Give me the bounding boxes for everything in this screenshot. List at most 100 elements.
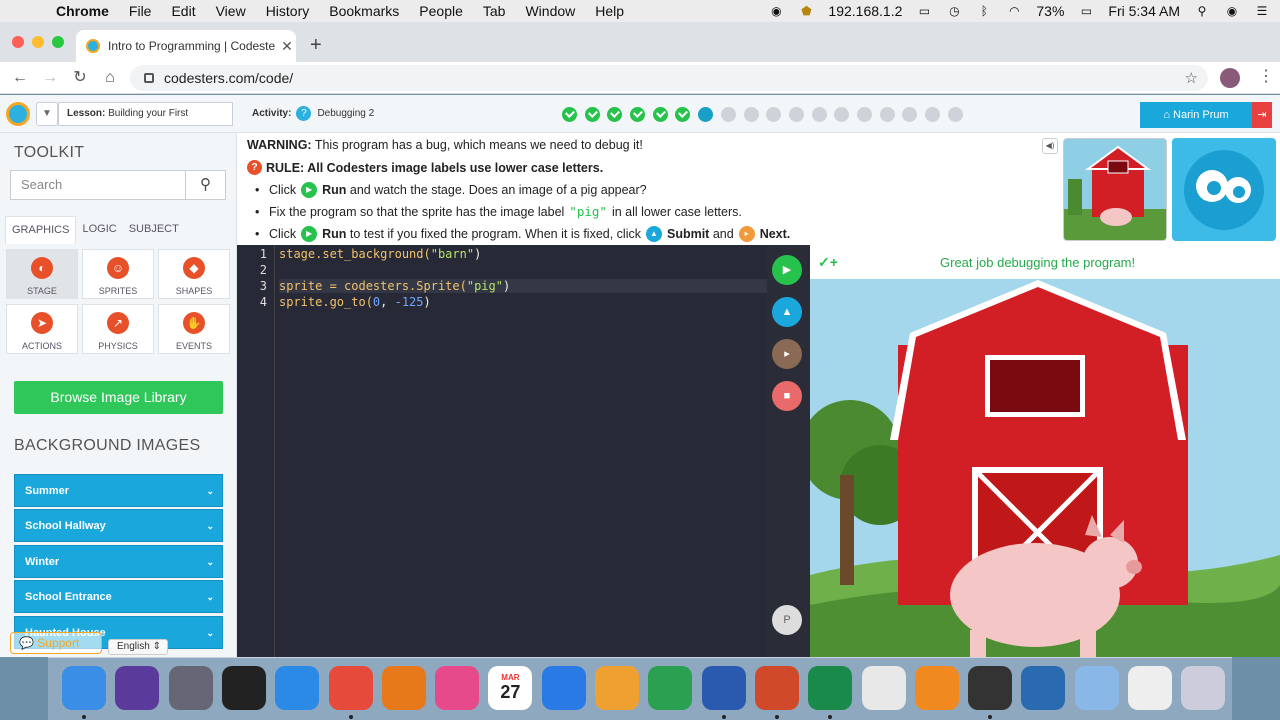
- preview-icon[interactable]: [861, 666, 906, 710]
- spotlight-icon[interactable]: ⚲: [1194, 4, 1210, 18]
- menu-app-name[interactable]: Chrome: [56, 3, 109, 19]
- language-select[interactable]: English ⇕: [108, 639, 168, 655]
- clock[interactable]: Fri 5:34 AM: [1108, 3, 1180, 19]
- progress-step[interactable]: [698, 107, 714, 122]
- menu-bookmarks[interactable]: Bookmarks: [329, 3, 399, 19]
- lesson-selector[interactable]: Lesson: Building your First: [58, 102, 233, 126]
- tool-stage[interactable]: ◐ STAGE: [6, 249, 78, 299]
- code-line-1[interactable]: stage.set_background("barn"): [279, 247, 481, 261]
- ibooks-icon[interactable]: [914, 666, 959, 710]
- next-button[interactable]: ▸: [772, 339, 802, 369]
- user-button[interactable]: ⌂ Narin Prum: [1140, 102, 1252, 128]
- codesters-mascot-thumbnail[interactable]: [1172, 138, 1276, 241]
- python-mode-button[interactable]: P: [772, 605, 802, 635]
- airplay-icon[interactable]: ▭: [916, 4, 932, 18]
- tool-sprites[interactable]: ☺ SPRITES: [82, 249, 154, 299]
- excel-icon[interactable]: [808, 666, 853, 710]
- firefox-icon[interactable]: [381, 666, 426, 710]
- notification-center-icon[interactable]: ☰: [1254, 4, 1270, 18]
- profile-avatar[interactable]: [1220, 68, 1240, 88]
- progress-step[interactable]: [720, 107, 736, 122]
- tool-physics[interactable]: ↗ PHYSICS: [82, 304, 154, 354]
- code-line-3[interactable]: sprite = codesters.Sprite("pig"): [279, 279, 767, 293]
- trash-icon[interactable]: [1181, 666, 1226, 710]
- progress-step[interactable]: [607, 107, 623, 122]
- ilife-icon[interactable]: [1021, 666, 1066, 710]
- back-icon[interactable]: ←: [10, 68, 30, 88]
- progress-step[interactable]: [879, 107, 895, 122]
- code-editor[interactable]: 1 2 3 4 stage.set_background("barn") spr…: [237, 245, 767, 657]
- stage-panel[interactable]: ✓+ Great job debugging the program!: [810, 245, 1280, 657]
- photo-booth-icon[interactable]: [221, 666, 266, 710]
- menu-tab[interactable]: Tab: [483, 3, 506, 19]
- speaker-icon[interactable]: ◀): [1042, 138, 1058, 154]
- time-machine-icon[interactable]: ◷: [946, 4, 962, 18]
- siri-icon[interactable]: [115, 666, 160, 710]
- maximize-window-button[interactable]: [52, 36, 64, 48]
- siri-menu-icon[interactable]: ◉: [1224, 4, 1240, 18]
- pages-icon[interactable]: [595, 666, 639, 710]
- forward-icon[interactable]: →: [40, 68, 60, 88]
- submit-button[interactable]: ▲: [772, 297, 802, 327]
- browser-tab[interactable]: Intro to Programming | Codeste ✕: [76, 30, 296, 62]
- record-icon[interactable]: ◉: [768, 4, 784, 18]
- menu-history[interactable]: History: [266, 3, 310, 19]
- reload-icon[interactable]: ↻: [70, 68, 90, 88]
- progress-step[interactable]: [675, 107, 691, 122]
- tab-graphics[interactable]: GRAPHICS: [5, 216, 77, 244]
- screenshot-icon[interactable]: [1128, 666, 1172, 710]
- progress-step[interactable]: [902, 107, 918, 122]
- shield-icon[interactable]: ⬟: [798, 4, 814, 18]
- expected-output-thumbnail[interactable]: [1063, 138, 1167, 241]
- menu-window[interactable]: Window: [525, 3, 575, 19]
- menu-view[interactable]: View: [216, 3, 246, 19]
- folder-icon[interactable]: [1074, 666, 1119, 710]
- progress-step[interactable]: [788, 107, 804, 122]
- word-icon[interactable]: [701, 666, 746, 710]
- chrome-icon[interactable]: [328, 666, 373, 710]
- powerpoint-icon[interactable]: [754, 666, 799, 710]
- battery-icon[interactable]: ▭: [1078, 4, 1094, 18]
- toolkit-search-input[interactable]: Search: [10, 170, 186, 200]
- accordion-school-entrance[interactable]: School Entrance ⌄: [14, 580, 223, 613]
- menu-help[interactable]: Help: [595, 3, 624, 19]
- new-tab-icon[interactable]: +: [310, 34, 322, 57]
- wifi-icon[interactable]: ◠: [1006, 4, 1022, 18]
- progress-step[interactable]: [834, 107, 850, 122]
- launchpad-icon[interactable]: [168, 666, 213, 710]
- address-bar[interactable]: codesters.com/code/ ☆: [130, 65, 1208, 91]
- progress-step[interactable]: [584, 107, 600, 122]
- progress-step[interactable]: [743, 107, 759, 122]
- codesters-logo[interactable]: [6, 102, 30, 126]
- menu-file[interactable]: File: [129, 3, 152, 19]
- progress-step[interactable]: [766, 107, 782, 122]
- numbers-icon[interactable]: [648, 666, 693, 710]
- tool-shapes[interactable]: ◆ SHAPES: [158, 249, 230, 299]
- home-icon[interactable]: ⌂: [100, 68, 120, 88]
- accordion-school-hallway[interactable]: School Hallway ⌄: [14, 509, 223, 542]
- progress-step[interactable]: [652, 107, 668, 122]
- run-button[interactable]: ▶: [772, 255, 802, 285]
- safari-icon[interactable]: [275, 666, 320, 710]
- minimize-window-button[interactable]: [32, 36, 44, 48]
- lesson-dropdown-chevron-icon[interactable]: ▼: [36, 102, 58, 126]
- stop-button[interactable]: ■: [772, 381, 802, 411]
- tab-subject[interactable]: SUBJECT: [123, 216, 185, 244]
- accordion-summary[interactable]: Summer ⌄: [14, 474, 223, 507]
- quicktime-icon[interactable]: [968, 666, 1013, 710]
- accordion-winter[interactable]: Winter ⌄: [14, 545, 223, 578]
- bookmark-star-icon[interactable]: ☆: [1185, 69, 1198, 87]
- progress-step[interactable]: [630, 107, 646, 122]
- finder-icon[interactable]: [62, 666, 106, 710]
- close-window-button[interactable]: [12, 36, 24, 48]
- tab-logic[interactable]: LOGIC: [76, 216, 122, 244]
- search-icon[interactable]: ⚲: [185, 170, 226, 200]
- progress-step[interactable]: [811, 107, 827, 122]
- bluetooth-icon[interactable]: ᛒ: [976, 4, 992, 18]
- itunes-icon[interactable]: [435, 666, 480, 710]
- keynote-icon[interactable]: [541, 666, 586, 710]
- menu-edit[interactable]: Edit: [171, 3, 195, 19]
- menu-people[interactable]: People: [419, 3, 463, 19]
- calendar-icon[interactable]: MAR 27: [488, 666, 533, 710]
- progress-step[interactable]: [856, 107, 872, 122]
